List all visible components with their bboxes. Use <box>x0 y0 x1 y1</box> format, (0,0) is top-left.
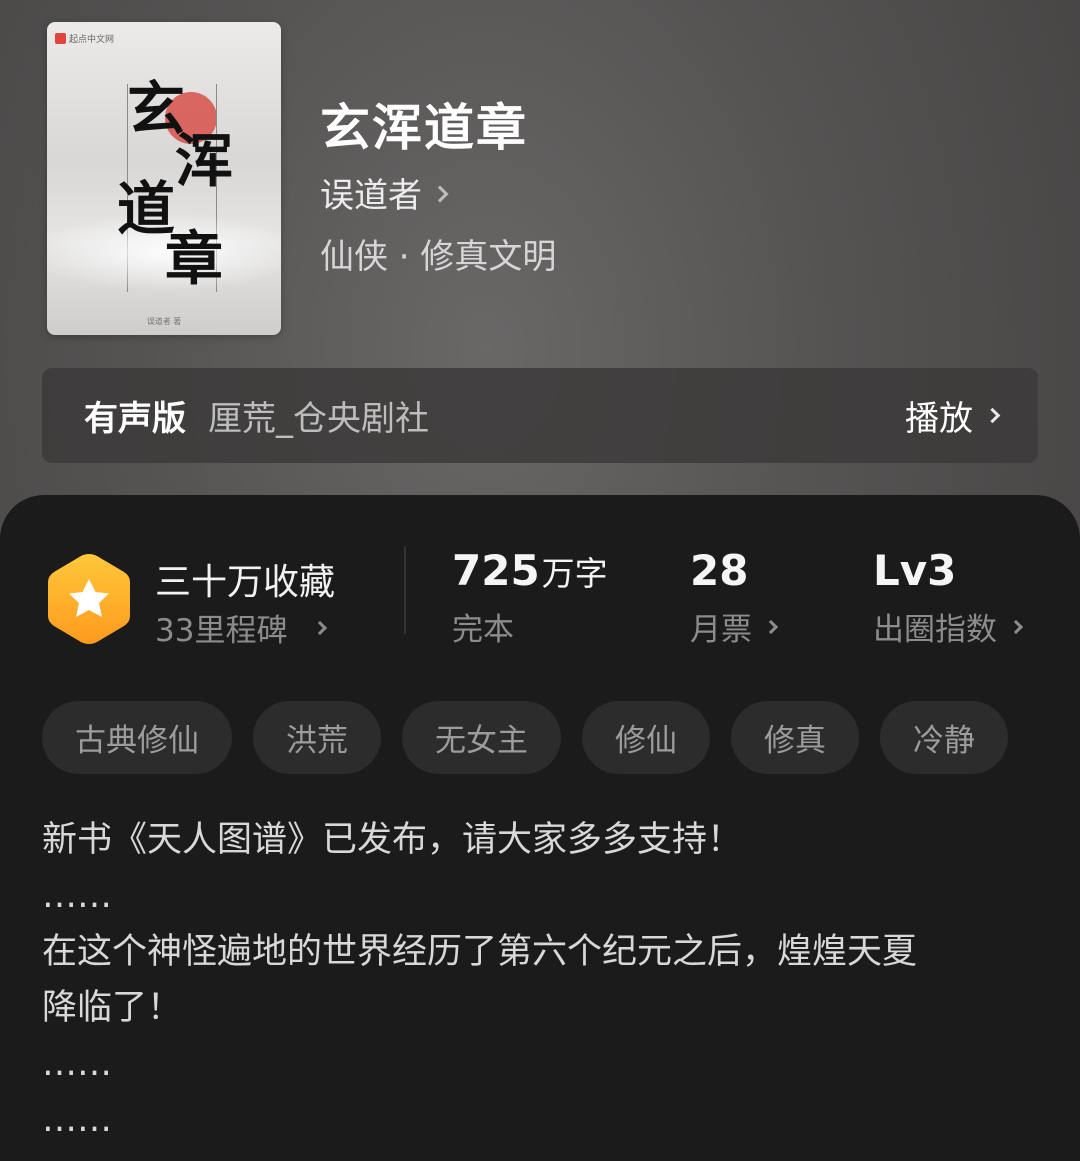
chevron-right-icon <box>431 185 449 202</box>
monthly-votes-value: 28 <box>690 546 749 595</box>
publisher-logo-icon <box>55 33 66 44</box>
chevron-right-icon <box>313 620 328 635</box>
favorites-count: 三十万收藏 <box>155 562 336 603</box>
play-button[interactable]: 播放 <box>905 391 1001 440</box>
book-cover[interactable]: 起点中文网 玄 浑 道 章 误道者 著 <box>47 22 281 335</box>
cover-publisher: 起点中文网 <box>55 32 114 45</box>
description-line: …… <box>42 1100 112 1140</box>
tag-chip[interactable]: 冷静 <box>880 701 1008 774</box>
tag-chip[interactable]: 修真 <box>731 701 859 774</box>
tag-list: 古典修仙 洪荒 无女主 修仙 修真 冷静 <box>42 701 1008 774</box>
milestone-label: 33里程碑 <box>155 613 288 649</box>
cover-char-2: 浑 <box>175 127 234 195</box>
description-line: 降临了！ <box>42 988 183 1028</box>
description-line: 在这个神怪遍地的世界经历了第六个纪元之后，煌煌天夏 <box>42 932 918 972</box>
tag-chip[interactable]: 古典修仙 <box>42 701 232 774</box>
play-label: 播放 <box>905 399 973 439</box>
chevron-right-icon <box>1008 619 1024 634</box>
chevron-right-icon <box>763 619 779 634</box>
stat-word-count: 725 万字 完本 <box>452 546 608 649</box>
author-link[interactable]: 误道者 <box>320 168 449 217</box>
stat-monthly-votes[interactable]: 28 月票 <box>690 546 779 649</box>
tag-chip[interactable]: 洪荒 <box>253 701 381 774</box>
influence-label: 出圈指数 <box>873 612 997 649</box>
description-line: …… <box>42 876 112 916</box>
stats-divider <box>404 546 406 634</box>
monthly-votes-label: 月票 <box>690 612 752 649</box>
cover-calligraphy: 玄 浑 道 章 <box>117 70 237 300</box>
chevron-right-icon <box>984 407 1001 424</box>
audio-label: 有声版 <box>84 399 186 439</box>
audio-version-bar[interactable]: 有声版 厘荒_仓央剧社 播放 <box>42 368 1038 463</box>
influence-value: Lv3 <box>873 546 957 595</box>
cover-char-4: 章 <box>165 225 224 293</box>
tag-chip[interactable]: 修仙 <box>582 701 710 774</box>
author-name: 误道者 <box>320 176 422 216</box>
star-hexagon-icon <box>48 554 130 644</box>
completion-status: 完本 <box>452 612 514 649</box>
word-count-value: 725 <box>452 546 540 595</box>
book-title: 玄浑道章 <box>320 98 528 157</box>
book-genre: 仙侠 · 修真文明 <box>320 237 557 277</box>
stat-influence-index[interactable]: Lv3 出圈指数 <box>873 546 1024 649</box>
milestone-link[interactable]: 33里程碑 <box>155 605 328 650</box>
book-description[interactable]: 新书《天人图谱》已发布，请大家多多支持！ …… 在这个神怪遍地的世界经历了第六个… <box>42 812 1042 1148</box>
description-line: …… <box>42 1044 112 1084</box>
description-line: 新书《天人图谱》已发布，请大家多多支持！ <box>42 820 743 860</box>
audio-narrator: 厘荒_仓央剧社 <box>208 399 429 439</box>
cover-author: 误道者 著 <box>146 317 182 326</box>
word-count-unit: 万字 <box>541 554 608 593</box>
tag-chip[interactable]: 无女主 <box>402 701 561 774</box>
